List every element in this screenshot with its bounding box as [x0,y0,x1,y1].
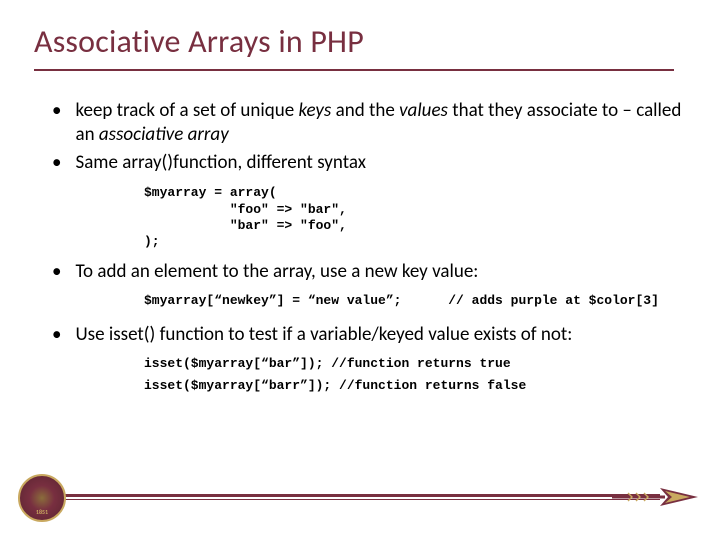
bullet-text: Same array()function, different syntax [75,151,686,175]
text: keep track of a set of unique [75,99,298,122]
footer-rule [60,499,660,500]
text-italic: associative array [99,123,229,146]
text: Same [75,151,122,174]
slide: Associative Arrays in PHP keep track of … [0,0,720,395]
text: and the [331,99,399,122]
text: function to test if a variable/keyed val… [155,323,572,346]
bullet-item: Same array()function, different syntax [34,151,686,175]
title-underline [34,69,674,71]
bullet-item: Use isset() function to test if a variab… [34,323,686,347]
code-add-element: $myarray[“newkey”] = “new value”; // add… [144,293,686,310]
code-block-array-def: $myarray = array( "foo" => "bar", "bar" … [144,185,686,250]
text: Use [75,323,108,346]
spear-icon [610,484,700,510]
text-italic: keys [298,99,331,122]
code-isset-false: isset($myarray[“barr”]); //function retu… [144,378,686,395]
fsu-seal-icon [18,474,66,522]
text-code: isset() [109,323,155,346]
bullet-text: Use isset() function to test if a variab… [75,323,686,347]
code-isset-true: isset($myarray[“bar”]); //function retur… [144,356,686,373]
slide-title: Associative Arrays in PHP [34,22,686,61]
text: function, different syntax [173,151,366,174]
slide-content: keep track of a set of unique keys and t… [34,99,686,395]
bullet-text: keep track of a set of unique keys and t… [75,99,686,148]
text-italic: values [399,99,452,122]
bullet-text: To add an element to the array, use a ne… [75,260,686,284]
slide-footer [0,482,720,526]
bullet-item: To add an element to the array, use a ne… [34,260,686,284]
bullet-item: keep track of a set of unique keys and t… [34,99,686,148]
text-code: array() [122,151,173,174]
footer-rule [60,494,660,497]
